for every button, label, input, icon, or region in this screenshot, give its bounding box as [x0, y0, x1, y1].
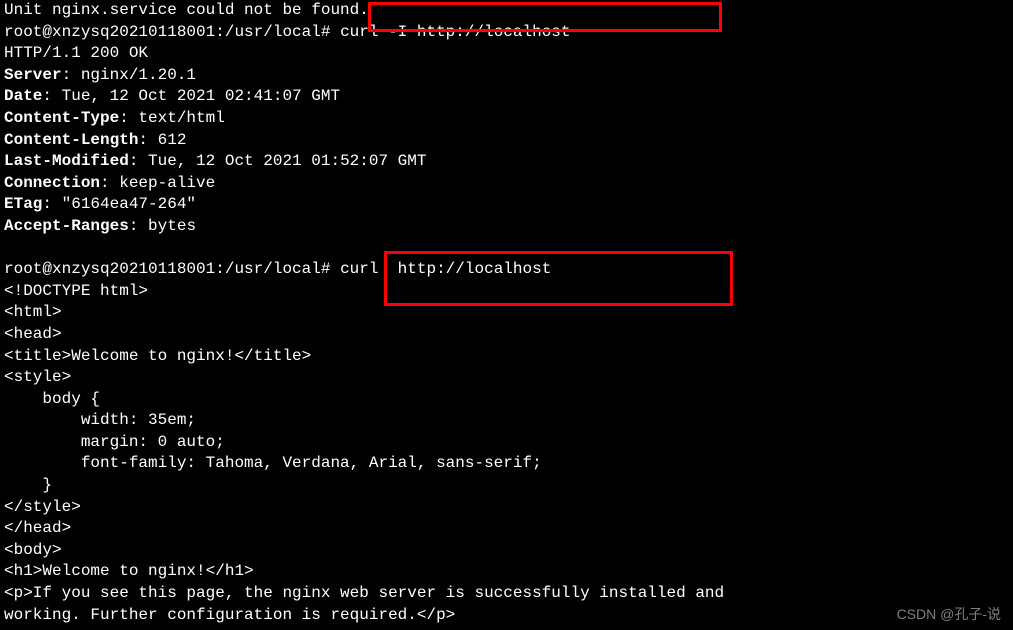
- html-output-line: <body>: [4, 540, 1009, 562]
- header-etag: ETag: "6164ea47-264": [4, 194, 1009, 216]
- header-connection: Connection: keep-alive: [4, 173, 1009, 195]
- command-1: curl -I http://localhost: [340, 23, 570, 41]
- header-value: : nginx/1.20.1: [62, 66, 196, 84]
- html-output-line: <p>If you see this page, the nginx web s…: [4, 583, 1009, 605]
- header-value: : Tue, 12 Oct 2021 02:41:07 GMT: [42, 87, 340, 105]
- header-last-modified: Last-Modified: Tue, 12 Oct 2021 01:52:07…: [4, 151, 1009, 173]
- header-value: : Tue, 12 Oct 2021 01:52:07 GMT: [129, 152, 427, 170]
- html-output-line: font-family: Tahoma, Verdana, Arial, san…: [4, 453, 1009, 475]
- html-output-line: width: 35em;: [4, 410, 1009, 432]
- header-label: ETag: [4, 195, 42, 213]
- header-accept-ranges: Accept-Ranges: bytes: [4, 216, 1009, 238]
- html-output-line: <!DOCTYPE html>: [4, 281, 1009, 303]
- response-status: HTTP/1.1 200 OK: [4, 43, 1009, 65]
- header-value: : 612: [138, 131, 186, 149]
- header-label: Content-Type: [4, 109, 119, 127]
- html-output-line: <head>: [4, 324, 1009, 346]
- header-content-type: Content-Type: text/html: [4, 108, 1009, 130]
- html-output-line: <h1>Welcome to nginx!</h1>: [4, 561, 1009, 583]
- prompt-prefix: root@xnzysq20210118001:/usr/local#: [4, 260, 340, 278]
- prompt-prefix: root@xnzysq20210118001:/usr/local#: [4, 23, 340, 41]
- html-output-line: working. Further configuration is requir…: [4, 605, 1009, 627]
- html-output-line: </head>: [4, 518, 1009, 540]
- html-output-line: }: [4, 475, 1009, 497]
- command-2: curl http://localhost: [340, 260, 551, 278]
- header-label: Accept-Ranges: [4, 217, 129, 235]
- watermark: CSDN @孔子-说: [897, 605, 1001, 624]
- blank-line: [4, 238, 1009, 260]
- header-date: Date: Tue, 12 Oct 2021 02:41:07 GMT: [4, 86, 1009, 108]
- header-value: : keep-alive: [100, 174, 215, 192]
- header-label: Last-Modified: [4, 152, 129, 170]
- header-value: : "6164ea47-264": [42, 195, 196, 213]
- header-content-length: Content-Length: 612: [4, 130, 1009, 152]
- header-value: : bytes: [129, 217, 196, 235]
- header-label: Connection: [4, 174, 100, 192]
- html-output-line: margin: 0 auto;: [4, 432, 1009, 454]
- html-output-line: <html>: [4, 302, 1009, 324]
- terminal-line-truncated: Unit nginx.service could not be found.: [4, 0, 1009, 22]
- html-output-line: </style>: [4, 497, 1009, 519]
- header-label: Content-Length: [4, 131, 138, 149]
- header-value: : text/html: [119, 109, 225, 127]
- header-label: Date: [4, 87, 42, 105]
- header-server: Server: nginx/1.20.1: [4, 65, 1009, 87]
- html-output-line: <style>: [4, 367, 1009, 389]
- terminal-prompt-1[interactable]: root@xnzysq20210118001:/usr/local# curl …: [4, 22, 1009, 44]
- html-output-line: body {: [4, 389, 1009, 411]
- terminal-prompt-2[interactable]: root@xnzysq20210118001:/usr/local# curl …: [4, 259, 1009, 281]
- header-label: Server: [4, 66, 62, 84]
- html-output-line: <title>Welcome to nginx!</title>: [4, 346, 1009, 368]
